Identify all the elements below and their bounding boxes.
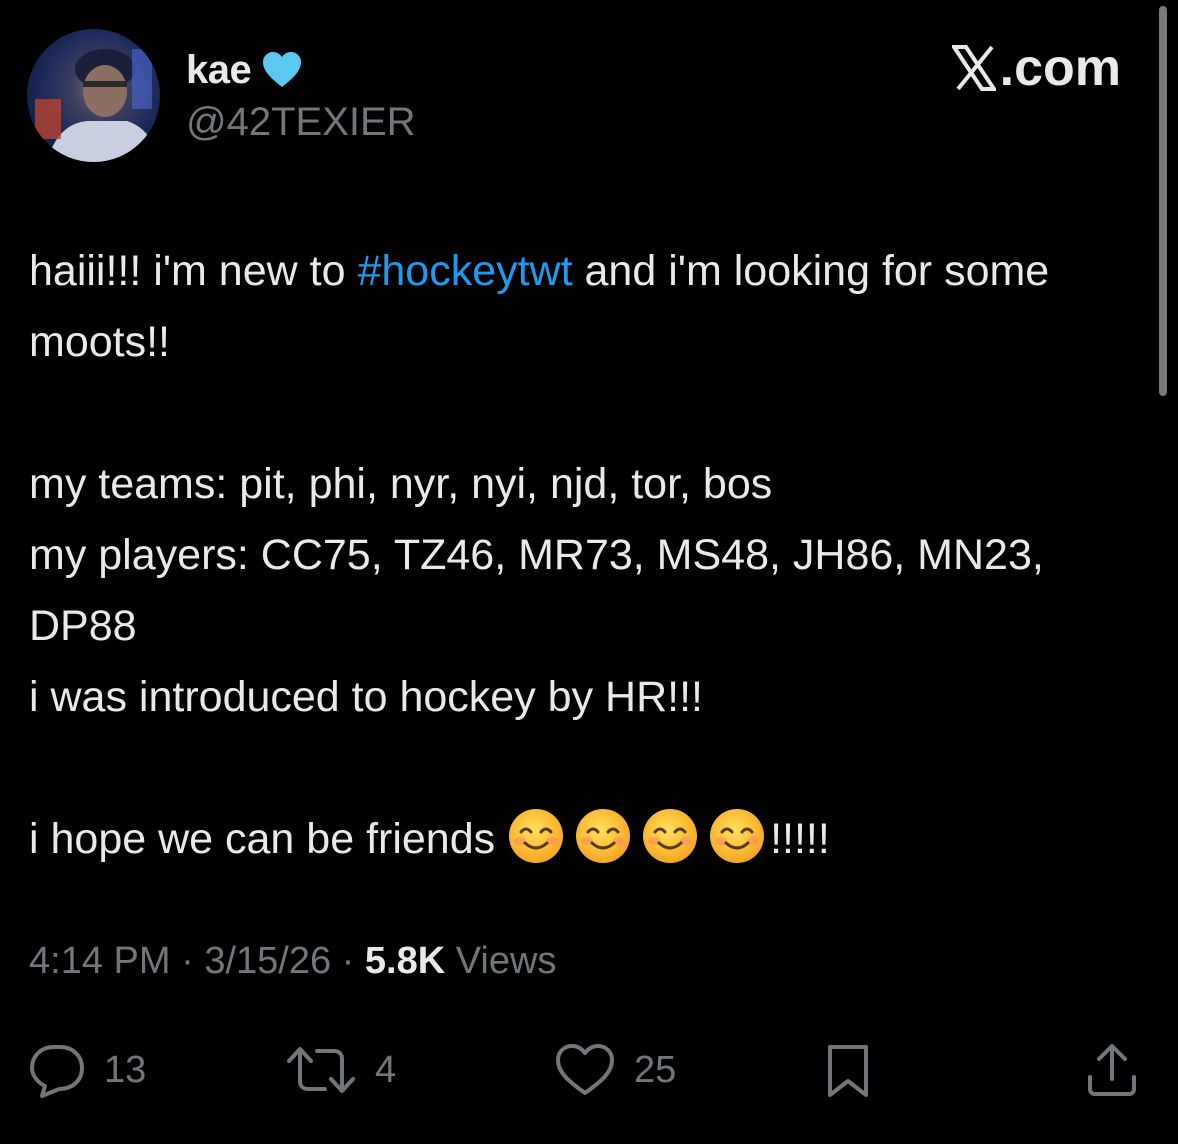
- tweet-teams: my teams: pit, phi, nyr, nyi, njd, tor, …: [29, 460, 773, 508]
- light-blue-heart-icon: [263, 52, 302, 87]
- tweet-friends-end: !!!!!: [770, 815, 830, 863]
- tweet-date[interactable]: 3/15/26: [204, 940, 331, 982]
- action-bar: 13 4 25: [0, 1030, 1178, 1110]
- bookmark-icon: [828, 1045, 868, 1097]
- reply-button[interactable]: 13: [28, 1030, 146, 1110]
- like-button[interactable]: 25: [554, 1030, 676, 1110]
- user-handle[interactable]: @42TEXIER: [186, 100, 416, 145]
- tweet-players: my players: CC75, TZ46, MR73, MS48, JH86…: [29, 531, 1044, 650]
- heart-outline-icon: [556, 1044, 614, 1095]
- repost-icon: [287, 1047, 355, 1093]
- hashtag-link[interactable]: #hockeytwt: [357, 247, 572, 295]
- repost-count: 4: [375, 1048, 397, 1091]
- tweet-time[interactable]: 4:14 PM: [29, 940, 171, 982]
- smiling-face-with-smiling-eyes-icon: [509, 809, 564, 863]
- share-button[interactable]: [1084, 1030, 1140, 1110]
- scrollbar[interactable]: [1159, 6, 1167, 396]
- brand-mark: .com: [951, 38, 1121, 98]
- tweet-friends-text: i hope we can be friends: [29, 815, 508, 863]
- tweet-introduced: i was introduced to hockey by HR!!!: [29, 673, 703, 721]
- tweet-intro-part1: haiii!!! i'm new to: [29, 247, 358, 295]
- smiling-face-with-smiling-eyes-icon: [643, 809, 698, 863]
- tweet-text: haiii!!! i'm new to #hockeytwt and i'm l…: [29, 236, 1139, 875]
- meta-separator: ·: [170, 940, 205, 982]
- smiling-face-with-smiling-eyes-icon: [710, 809, 765, 863]
- repost-button[interactable]: 4: [285, 1030, 396, 1110]
- display-name-row[interactable]: kae: [186, 44, 303, 96]
- tweet-meta: 4:14 PM · 3/15/26 · 5.8K Views: [29, 940, 556, 983]
- bookmark-button[interactable]: [822, 1030, 874, 1110]
- reply-count: 13: [104, 1048, 147, 1091]
- reply-icon: [30, 1045, 84, 1098]
- x-logo-icon: [951, 45, 996, 91]
- tweet-friends: i hope we can be friends !!!!!: [29, 804, 1139, 875]
- display-name[interactable]: kae: [186, 48, 252, 93]
- smiling-face-with-smiling-eyes-icon: [576, 809, 631, 863]
- meta-separator: ·: [331, 940, 365, 982]
- tweet-intro: haiii!!! i'm new to #hockeytwt and i'm l…: [29, 236, 1139, 378]
- like-count: 25: [634, 1048, 677, 1091]
- views-label[interactable]: Views: [445, 940, 557, 982]
- hockey-player-avatar: [35, 49, 160, 162]
- share-icon: [1088, 1044, 1136, 1096]
- brand-label: .com: [999, 39, 1121, 97]
- avatar[interactable]: [27, 29, 160, 162]
- views-count[interactable]: 5.8K: [365, 940, 445, 982]
